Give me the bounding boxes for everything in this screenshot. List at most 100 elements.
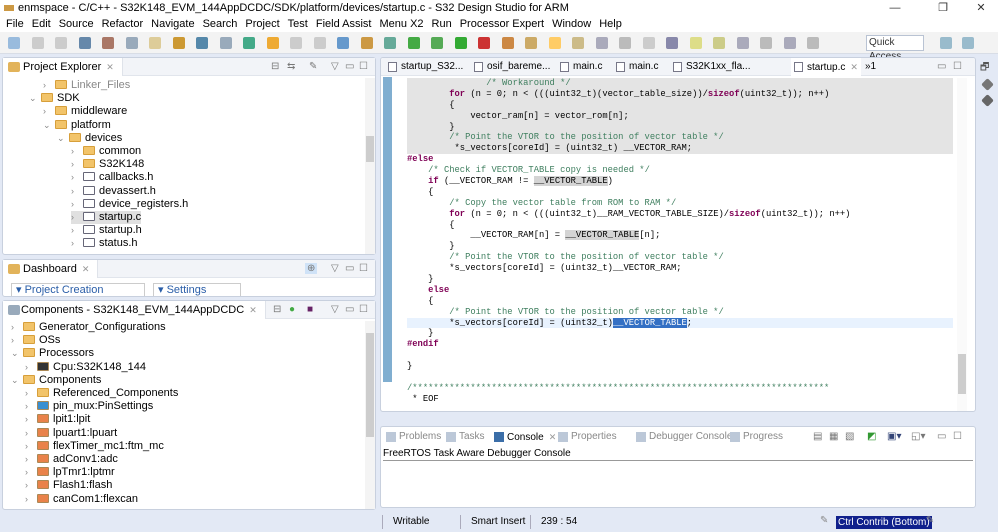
toolbar-button-icon[interactable]: [313, 37, 326, 49]
menu-search[interactable]: Search: [201, 16, 244, 32]
tab-progress[interactable]: Progress: [729, 429, 783, 445]
tree-item[interactable]: ⌄ Processors: [11, 347, 94, 360]
pin-icon[interactable]: [981, 78, 994, 91]
chevron-right-icon[interactable]: ›: [43, 105, 53, 118]
toolbar-button-icon[interactable]: [807, 37, 819, 49]
tree-item[interactable]: › startup.h: [71, 224, 142, 237]
code-line[interactable]: {: [407, 220, 953, 231]
tab-project-explorer[interactable]: Project Explorer ✕: [3, 58, 123, 76]
tree-item[interactable]: ⌄ platform: [43, 119, 111, 132]
toolbar-button-icon[interactable]: [102, 37, 114, 49]
code-line[interactable]: /* Workaround */: [407, 78, 953, 89]
editor-vertical-scrollbar[interactable]: [957, 78, 967, 411]
code-line[interactable]: /* Point the VTOR to the position of vec…: [407, 307, 953, 318]
quick-access-input[interactable]: Quick Access: [866, 35, 924, 62]
code-area[interactable]: /* Workaround */ for (n = 0; n < (((uint…: [407, 78, 953, 405]
toolbar-button-icon[interactable]: [713, 37, 725, 49]
chevron-right-icon[interactable]: ›: [25, 440, 35, 453]
code-line[interactable]: /* Check if VECTOR_TABLE copy is needed …: [407, 165, 953, 176]
collapse-all-icon[interactable]: ⊟: [271, 61, 279, 72]
new-project-icon[interactable]: ⊕: [305, 263, 318, 274]
tree-item[interactable]: › middleware: [43, 105, 127, 118]
menu-menu-x2[interactable]: Menu X2: [378, 16, 430, 32]
maximize-view-icon[interactable]: ☐: [953, 431, 962, 442]
code-line[interactable]: {: [407, 99, 953, 111]
settings-section[interactable]: ▾ Settings: [153, 283, 241, 296]
menu-field-assist[interactable]: Field Assist: [314, 16, 378, 32]
chevron-down-icon[interactable]: ⌄: [11, 347, 21, 360]
menu-window[interactable]: Window: [550, 16, 597, 32]
maximize-view-icon[interactable]: ☐: [359, 304, 368, 315]
toolbar-button-icon[interactable]: [78, 37, 91, 49]
close-icon[interactable]: ✕: [249, 305, 257, 315]
chevron-right-icon[interactable]: ›: [71, 145, 81, 158]
minimize-button[interactable]: —: [880, 0, 910, 16]
menu-refactor[interactable]: Refactor: [100, 16, 150, 32]
code-line[interactable]: __VECTOR_RAM[n] = __VECTOR_TABLE[n];: [407, 230, 953, 241]
editor-tab[interactable]: S32K1xx_fla...: [670, 58, 750, 76]
tree-item[interactable]: › Linker_Files: [43, 79, 130, 92]
tree-item[interactable]: › OSs: [11, 334, 60, 347]
menu-processor-expert[interactable]: Processor Expert: [458, 16, 550, 32]
tab-dashboard[interactable]: Dashboard ✕: [3, 260, 99, 278]
maximize-view-icon[interactable]: ☐: [359, 61, 368, 72]
code-line[interactable]: }: [407, 328, 953, 339]
tree-item[interactable]: › adConv1:adc: [25, 453, 118, 466]
chevron-right-icon[interactable]: ›: [71, 185, 81, 198]
toolbar-button-icon[interactable]: [619, 37, 631, 49]
chevron-right-icon[interactable]: ›: [43, 79, 53, 92]
toolbar-button-icon[interactable]: [525, 37, 537, 49]
code-line[interactable]: [407, 350, 953, 361]
toolbar-button-icon[interactable]: [760, 37, 772, 49]
view-menu-icon[interactable]: ▽: [331, 304, 339, 315]
scroll-lock-icon[interactable]: ▦: [829, 431, 838, 442]
perspective-icon[interactable]: [962, 37, 974, 49]
toolbar-button-icon[interactable]: [666, 37, 678, 49]
chevron-down-icon[interactable]: ⌄: [11, 374, 21, 387]
code-line[interactable]: vector_ram[n] = vector_rom[n];: [407, 110, 953, 122]
toolbar-button-icon[interactable]: [431, 37, 443, 49]
toolbar-button-icon[interactable]: [196, 37, 208, 49]
restore-button[interactable]: ❐: [928, 0, 958, 16]
restore-editor-icon[interactable]: 🗗: [980, 60, 989, 77]
tree-item[interactable]: ⌄ SDK: [29, 92, 80, 105]
toolbar-button-icon[interactable]: [572, 37, 584, 49]
toolbar-button-icon[interactable]: [55, 37, 67, 49]
toolbar-button-icon[interactable]: [172, 37, 185, 49]
collapse-all-icon[interactable]: ⊟: [273, 304, 281, 315]
toolbar-button-icon[interactable]: [149, 37, 161, 49]
code-line[interactable]: /* Copy the vector table from ROM to RAM…: [407, 198, 953, 209]
toolbar-button-icon[interactable]: [360, 37, 373, 49]
menu-edit[interactable]: Edit: [30, 16, 57, 32]
chevron-right-icon[interactable]: ›: [25, 427, 35, 440]
editor-tab[interactable]: main.c: [557, 58, 602, 76]
tree-item[interactable]: › canCom1:flexcan: [25, 493, 138, 506]
code-line[interactable]: *s_vectors[coreId] = (uint32_t)__VECTOR_…: [407, 317, 953, 329]
toolbar-button-icon[interactable]: [642, 37, 655, 49]
minimize-view-icon[interactable]: ▭: [345, 304, 354, 315]
minimize-view-icon[interactable]: ▭: [345, 61, 354, 72]
chevron-right-icon[interactable]: ›: [71, 237, 81, 250]
tree-item[interactable]: › lpuart1:lpuart: [25, 427, 117, 440]
menu-test[interactable]: Test: [286, 16, 314, 32]
chevron-right-icon[interactable]: ›: [11, 334, 21, 347]
chevron-right-icon[interactable]: ›: [71, 211, 81, 224]
menu-project[interactable]: Project: [243, 16, 285, 32]
tree-item[interactable]: › S32K148: [71, 158, 144, 171]
tree-item[interactable]: › common: [71, 145, 141, 158]
word-wrap-icon[interactable]: ▧: [845, 431, 854, 442]
chevron-down-icon[interactable]: ⌄: [57, 132, 67, 145]
tab-problems[interactable]: Problems: [385, 429, 441, 445]
generate-code-icon[interactable]: ●: [289, 304, 295, 315]
more-tabs-button[interactable]: »1: [865, 58, 876, 76]
tab-console[interactable]: Console ✕: [493, 429, 557, 445]
minimize-view-icon[interactable]: ▭: [345, 263, 354, 274]
close-icon[interactable]: ✕: [106, 62, 114, 72]
chevron-right-icon[interactable]: ›: [25, 400, 35, 413]
code-line[interactable]: }: [407, 274, 953, 285]
code-line[interactable]: *s_vectors[coreId] = (uint32_t) __VECTOR…: [407, 143, 953, 155]
chevron-right-icon[interactable]: ›: [25, 493, 35, 506]
preprocessor-line[interactable]: #endif: [407, 339, 953, 350]
chevron-right-icon[interactable]: ›: [25, 479, 35, 492]
link-editor-icon[interactable]: ⇆: [287, 61, 295, 72]
